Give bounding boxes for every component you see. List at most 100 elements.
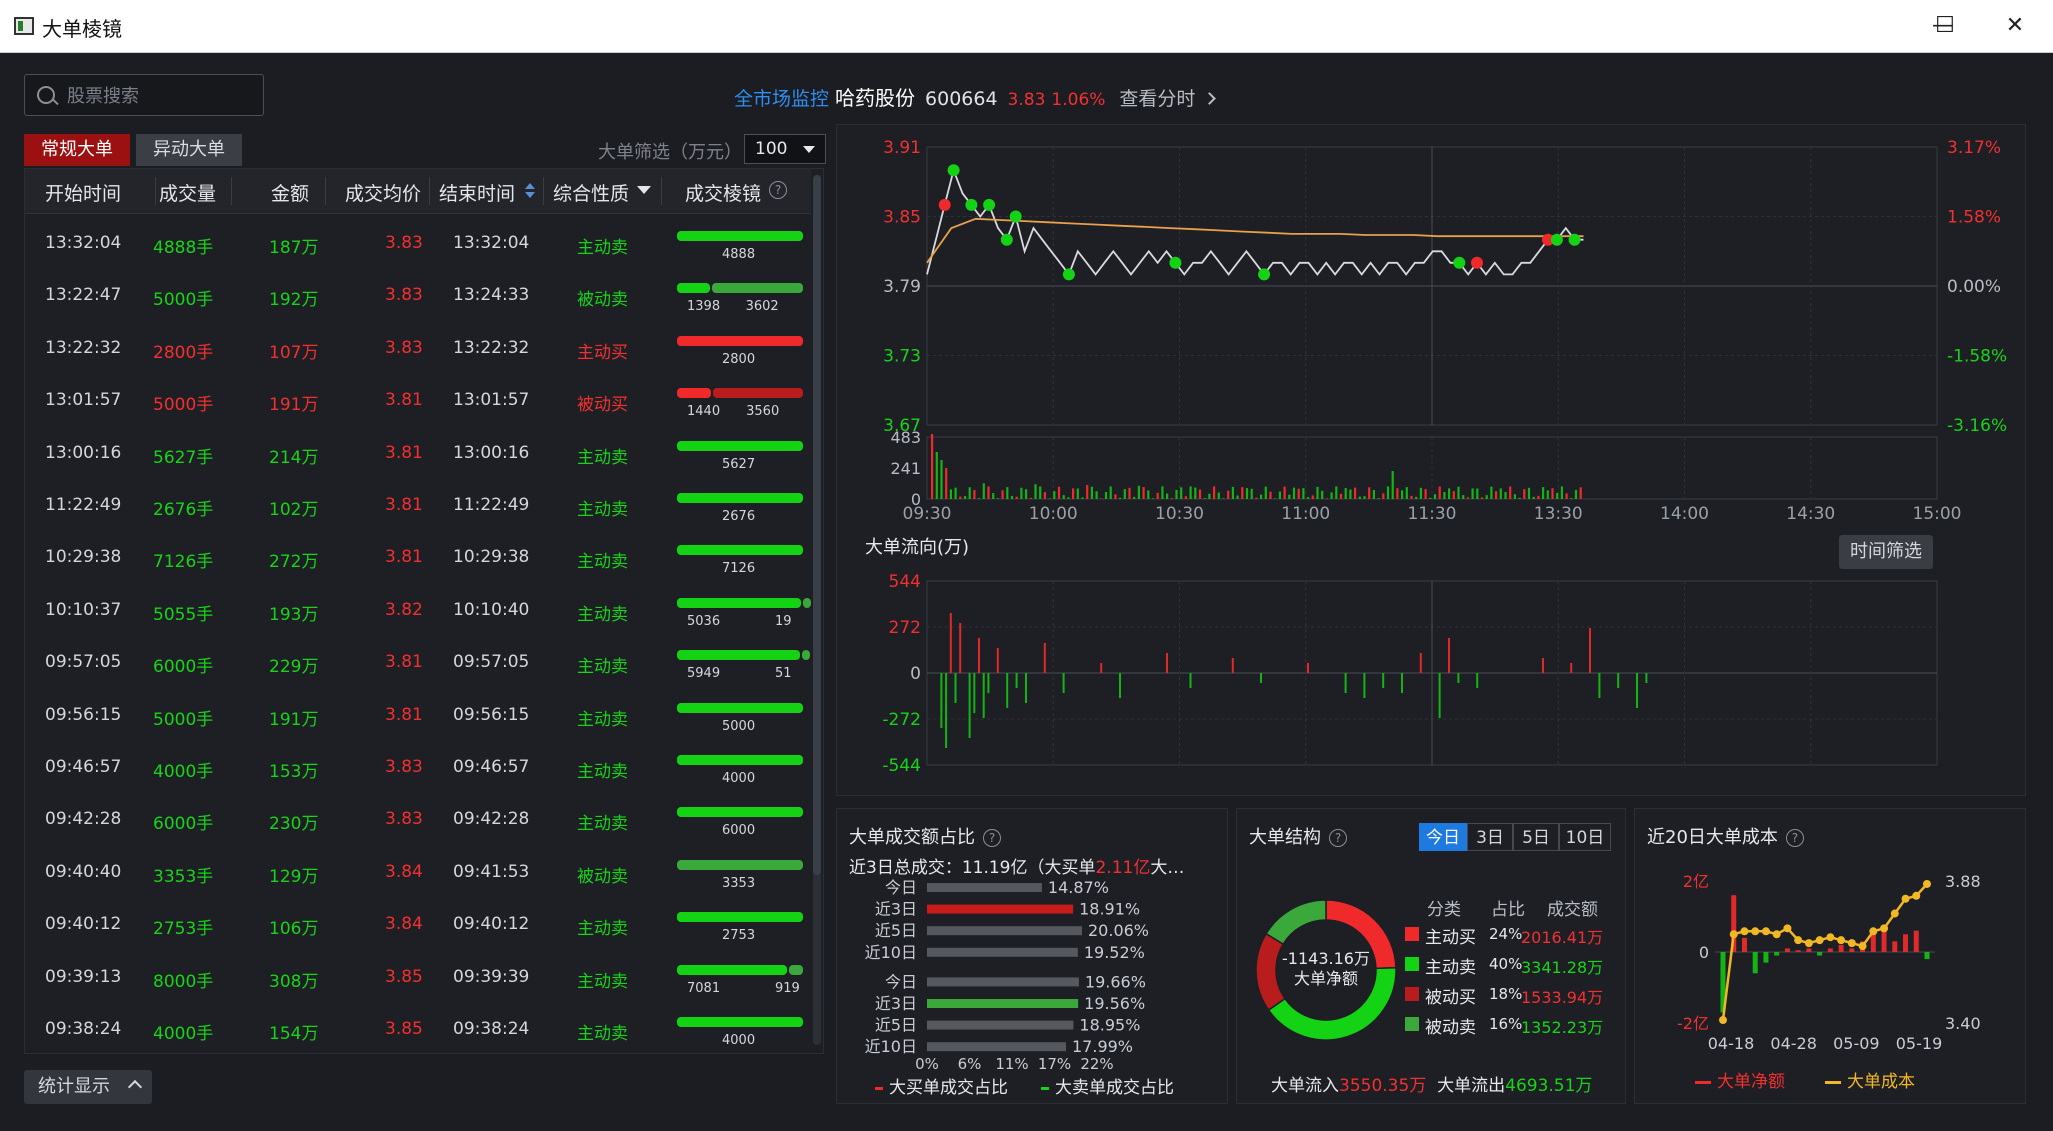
col-avg-price[interactable]: 成交均价 xyxy=(345,179,421,206)
volume-bar xyxy=(1560,486,1563,499)
table-row[interactable]: 09:46:57 4000手 153万 3.83 09:46:57 主动卖 4000 xyxy=(25,741,811,793)
volume-bar xyxy=(1025,489,1028,499)
seg-today[interactable]: 今日 xyxy=(1419,823,1467,851)
stock-search-box[interactable] xyxy=(24,74,264,116)
prism-bar xyxy=(677,650,800,661)
volume-bar xyxy=(996,498,999,499)
volume-bar xyxy=(959,496,962,499)
table-row[interactable]: 09:40:12 2753手 106万 3.84 09:40:12 主动卖 2753 xyxy=(25,898,811,950)
prism-bar-label: 2676 xyxy=(722,509,756,524)
market-monitor-link[interactable]: 全市场监控 xyxy=(734,88,829,110)
col-amount[interactable]: 金额 xyxy=(271,179,309,206)
seg-10day[interactable]: 10日 xyxy=(1559,823,1611,851)
struct-value: 2016.41万 xyxy=(1521,928,1604,947)
table-row[interactable]: 09:40:40 3353手 129万 3.84 09:41:53 被动卖 3353 xyxy=(25,846,811,898)
col-end-time[interactable]: 结束时间 xyxy=(439,179,515,206)
col-start-time[interactable]: 开始时间 xyxy=(45,179,121,206)
maximize-button[interactable]: ☐ xyxy=(1918,8,1972,44)
volume-bar xyxy=(1175,489,1178,499)
volume-bar xyxy=(992,493,995,499)
table-row[interactable]: 10:10:37 5055手 193万 3.82 10:10:40 主动卖 5036 19 xyxy=(25,584,811,636)
volume-bar xyxy=(1151,498,1155,499)
volume-bar xyxy=(1039,486,1042,499)
table-row[interactable]: 09:42:28 6000手 230万 3.83 09:42:28 主动卖 6000 xyxy=(25,793,811,845)
amount-cell: 229万 xyxy=(269,657,319,678)
seg-3day[interactable]: 3日 xyxy=(1467,823,1513,851)
struct-head-pct: 占比 xyxy=(1491,900,1525,920)
help-icon[interactable]: ? xyxy=(769,181,787,199)
prism-bar xyxy=(788,964,803,975)
ratio-category: 近3日 xyxy=(875,994,917,1013)
ratio-category: 今日 xyxy=(885,878,917,897)
flow-bar xyxy=(1542,658,1544,673)
help-icon[interactable]: ? xyxy=(1329,829,1347,847)
net-bar xyxy=(1838,944,1844,952)
cost-point xyxy=(1729,930,1738,939)
cost-point xyxy=(1923,879,1931,888)
col-volume[interactable]: 成交量 xyxy=(159,179,216,206)
volume-bar xyxy=(1311,495,1314,499)
table-row[interactable]: 09:56:15 5000手 191万 3.81 09:56:15 主动卖 5000 xyxy=(25,689,811,741)
volume-bar xyxy=(1001,490,1004,499)
amount-cell: 214万 xyxy=(269,447,319,468)
table-scrollbar[interactable] xyxy=(813,175,821,1045)
price-tick: 3.91 xyxy=(883,138,921,158)
ratio-title: 大单成交额占比? xyxy=(849,823,1001,849)
volume-bar xyxy=(1504,492,1507,499)
time-filter-button[interactable]: 时间筛选 xyxy=(1839,535,1933,569)
net-bar xyxy=(1849,948,1855,952)
tab-regular-orders[interactable]: 常规大单 xyxy=(24,134,130,166)
stats-display-button[interactable]: 统计显示 xyxy=(24,1070,152,1104)
tab-abnormal-orders[interactable]: 异动大单 xyxy=(136,134,242,166)
order-filter-select[interactable]: 100 xyxy=(744,134,826,164)
table-row[interactable]: 13:22:32 2800手 107万 3.83 13:22:32 主动买 2800 xyxy=(25,322,811,374)
amount-cell: 187万 xyxy=(269,238,319,258)
table-row[interactable]: 09:39:13 8000手 308万 3.85 09:39:39 主动卖 7081 919 xyxy=(25,951,811,1003)
time-tick: 11:00 xyxy=(1281,504,1330,524)
end-time-cell: 10:29:38 xyxy=(453,547,530,568)
prism-bar xyxy=(677,702,803,713)
price-cell: 3.81 xyxy=(385,547,423,568)
table-row[interactable]: 11:22:49 2676手 102万 3.81 11:22:49 主动卖 2676 xyxy=(25,479,811,531)
sort-asc-icon[interactable] xyxy=(525,183,535,189)
filter-dropdown-icon[interactable] xyxy=(637,186,651,194)
table-row[interactable]: 13:32:04 4888手 187万 3.83 13:32:04 主动卖 4888 xyxy=(25,217,811,269)
seg-5day[interactable]: 5日 xyxy=(1513,823,1559,851)
scroll-thumb[interactable] xyxy=(813,175,821,875)
inflow-label: 大单流入 xyxy=(1271,1076,1339,1096)
table-row[interactable]: 13:00:16 5627手 214万 3.81 13:00:16 主动卖 5627 xyxy=(25,427,811,479)
flow-bar xyxy=(959,623,962,673)
help-icon[interactable]: ? xyxy=(983,829,1001,847)
search-icon xyxy=(37,86,55,104)
start-time-cell: 10:10:37 xyxy=(45,599,122,620)
table-row[interactable]: 09:38:24 4000手 154万 3.85 09:38:24 主动卖 4000 xyxy=(25,1003,811,1053)
search-input[interactable] xyxy=(65,83,259,109)
prism-bar xyxy=(677,755,803,765)
volume-bar xyxy=(1048,498,1051,499)
sort-desc-icon[interactable] xyxy=(525,192,535,198)
struct-name: 主动卖 xyxy=(1425,958,1476,978)
col-nature[interactable]: 综合性质 xyxy=(553,179,629,206)
struct-value: 3341.28万 xyxy=(1521,958,1604,977)
table-row[interactable]: 10:29:38 7126手 272万 3.81 10:29:38 主动卖 7126 xyxy=(25,531,811,583)
volume-bar xyxy=(1372,489,1375,499)
volume-bar xyxy=(1391,471,1394,499)
flow-bar xyxy=(1100,663,1103,673)
volume-bar xyxy=(1358,496,1361,499)
prism-bar xyxy=(802,597,811,608)
volume-bar xyxy=(1565,493,1568,499)
volume-bar xyxy=(940,460,943,499)
help-icon[interactable]: ? xyxy=(1785,829,1804,847)
close-button[interactable]: ✕ xyxy=(1988,8,2042,44)
volume-cell: 4000手 xyxy=(153,762,214,782)
view-intraday-link[interactable]: 查看分时 xyxy=(1119,88,1217,110)
legend-net: 大单净额 xyxy=(1717,1072,1785,1092)
table-row[interactable]: 13:01:57 5000手 191万 3.81 13:01:57 被动买 1440 3560 xyxy=(25,374,811,426)
ratio-bar xyxy=(927,1020,1074,1030)
table-row[interactable]: 13:22:47 5000手 192万 3.83 13:24:33 被动卖 1398 3602 xyxy=(25,269,811,321)
table-row[interactable]: 09:57:05 6000手 229万 3.81 09:57:05 主动卖 5949 51 xyxy=(25,636,811,688)
volume-bar xyxy=(1166,493,1169,499)
volume-bar xyxy=(1518,497,1521,499)
end-time-cell: 13:00:16 xyxy=(453,442,530,463)
prism-bar-label: 7081 xyxy=(687,980,721,996)
